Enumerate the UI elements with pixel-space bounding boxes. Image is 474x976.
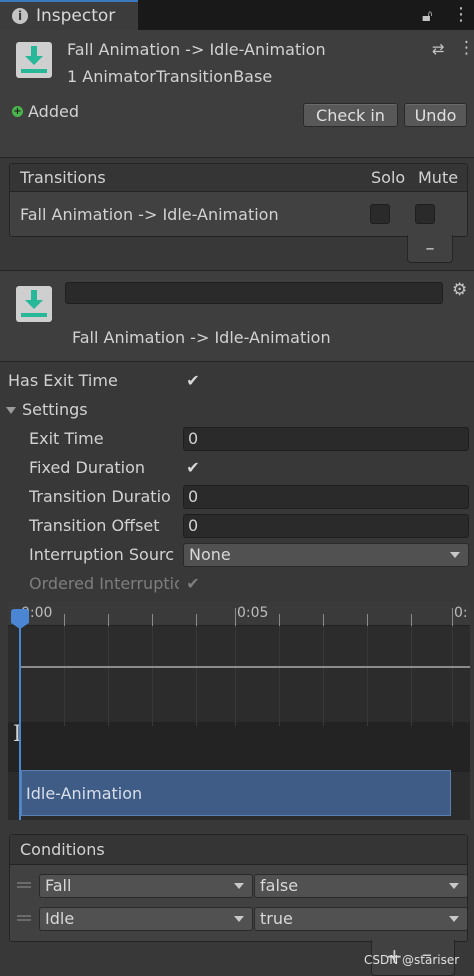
destination-clip[interactable]: Idle-Animation — [21, 770, 451, 816]
exit-time-label: Exit Time — [29, 429, 104, 448]
timeline-source-track — [8, 626, 470, 722]
exit-time-field[interactable]: 0 — [183, 427, 469, 451]
lock-icon[interactable]: 🔓︎ — [422, 6, 432, 26]
transitions-list: Transitions Solo Mute Fall Animation -> … — [9, 163, 468, 237]
header-menu-icon[interactable]: ⋮ — [458, 38, 474, 58]
tab-bar: i Inspector 🔓︎ ⋮ — [0, 0, 474, 30]
ruler-tick — [323, 614, 324, 626]
condition-value-dropdown[interactable]: false — [254, 874, 468, 898]
ruler-label-end: 0: — [454, 605, 468, 621]
conditions-header: Conditions — [10, 835, 467, 865]
ruler-tick — [279, 614, 280, 626]
playhead-handle[interactable] — [11, 609, 29, 629]
playhead-line — [19, 622, 21, 820]
tab-menu-icon[interactable]: ⋮ — [452, 4, 470, 25]
timeline-gridline — [152, 626, 153, 726]
drag-handle-icon[interactable] — [17, 915, 31, 921]
inspector-header: Fall Animation -> Idle-Animation 1 Anima… — [0, 30, 474, 158]
condition-value-dropdown[interactable]: true — [254, 907, 468, 931]
foldout-arrow-icon — [6, 407, 16, 414]
added-status: + Added — [12, 102, 79, 121]
transition-name-input[interactable] — [65, 282, 443, 304]
remove-transition-button[interactable]: – — [407, 235, 453, 263]
condition-value-value: false — [260, 876, 299, 895]
timeline-gridline — [367, 626, 368, 726]
condition-parameter-dropdown[interactable]: Idle — [39, 907, 253, 931]
transition-header: ⚙ Fall Animation -> Idle-Animation — [0, 270, 474, 362]
added-plus-icon: + — [12, 106, 23, 117]
timeline-gridline — [411, 626, 412, 726]
timeline-gridline — [235, 626, 236, 726]
chevron-down-icon — [234, 916, 244, 922]
transition-duration-field[interactable]: 0 — [183, 485, 469, 509]
ruler-tick — [108, 614, 109, 626]
transition-weight-curve — [20, 666, 470, 668]
chevron-down-icon — [449, 883, 459, 889]
mute-column-label: Mute — [418, 168, 459, 187]
conditions-header-label: Conditions — [20, 840, 105, 859]
ruler-tick — [367, 614, 368, 626]
transition-row-name: Fall Animation -> Idle-Animation — [20, 205, 279, 224]
interruption-source-value: None — [189, 545, 231, 564]
ruler-tick — [64, 614, 65, 626]
solo-checkbox[interactable] — [370, 204, 390, 224]
settings-label: Settings — [22, 400, 88, 419]
transition-offset-label: Transition Offset — [29, 516, 160, 535]
ordered-interruption-checkbox: ✔ — [186, 573, 200, 593]
info-icon: i — [12, 8, 28, 24]
timeline-gridline — [279, 626, 280, 726]
condition-parameter-dropdown[interactable]: Fall — [39, 874, 253, 898]
condition-parameter-value: Fall — [45, 876, 72, 895]
ruler-tick — [235, 608, 236, 626]
ruler-tick — [196, 614, 197, 626]
has-exit-time-label: Has Exit Time — [8, 371, 118, 390]
transitions-header: Transitions Solo Mute — [10, 164, 467, 192]
interruption-source-dropdown[interactable]: None — [183, 543, 469, 567]
condition-value-value: true — [260, 909, 293, 928]
destination-clip-label: Idle-Animation — [26, 783, 143, 803]
settings-foldout[interactable]: Settings — [6, 400, 88, 419]
ordered-interruption-label: Ordered Interruptio — [29, 574, 179, 593]
tab-inspector[interactable]: i Inspector — [0, 0, 138, 30]
solo-column-label: Solo — [371, 168, 406, 187]
chevron-down-icon — [449, 916, 459, 922]
header-title: Fall Animation -> Idle-Animation — [67, 40, 326, 59]
transition-icon — [16, 42, 52, 78]
transition-icon-2 — [16, 286, 52, 322]
timeline-gridline — [323, 626, 324, 726]
timeline-gridline — [196, 626, 197, 726]
added-label: Added — [28, 102, 79, 121]
transition-title: Fall Animation -> Idle-Animation — [72, 328, 331, 347]
ruler-tick — [452, 608, 453, 626]
timeline-gridline — [452, 626, 453, 726]
fixed-duration-label: Fixed Duration — [29, 458, 146, 477]
transition-row[interactable]: Fall Animation -> Idle-Animation — [10, 192, 467, 236]
watermark: CSDN @stariser — [364, 953, 460, 967]
drag-handle-icon[interactable] — [17, 882, 31, 888]
gear-icon[interactable]: ⚙ — [452, 280, 467, 300]
check-in-button[interactable]: Check in — [303, 103, 398, 127]
chevron-down-icon — [450, 552, 460, 558]
conditions-list: Conditions Fall false Idle true — [9, 834, 468, 942]
undo-button[interactable]: Undo — [404, 103, 467, 127]
ruler-tick — [152, 614, 153, 626]
timeline-gridline — [108, 626, 109, 726]
presets-icon[interactable]: ⇄ — [432, 40, 445, 58]
timeline-gridline — [64, 626, 65, 726]
tab-label: Inspector — [36, 6, 116, 26]
has-exit-time-checkbox[interactable]: ✔ — [183, 370, 203, 390]
ruler-tick — [411, 614, 412, 626]
interruption-source-label: Interruption Sourc — [29, 545, 174, 564]
fixed-duration-checkbox[interactable]: ✔ — [183, 457, 203, 477]
mute-checkbox[interactable] — [415, 204, 435, 224]
chevron-down-icon — [234, 883, 244, 889]
transitions-header-label: Transitions — [20, 168, 106, 187]
transition-timeline[interactable]: 0:00 0:05 0: I Idle-Animation — [8, 602, 470, 820]
ruler-label-mid: 0:05 — [237, 605, 269, 621]
transition-offset-field[interactable]: 0 — [183, 514, 469, 538]
header-subtitle: 1 AnimatorTransitionBase — [67, 67, 273, 86]
transition-duration-label: Transition Duratio — [29, 487, 171, 506]
timeline-transition-track — [8, 722, 470, 772]
condition-parameter-value: Idle — [45, 909, 75, 928]
